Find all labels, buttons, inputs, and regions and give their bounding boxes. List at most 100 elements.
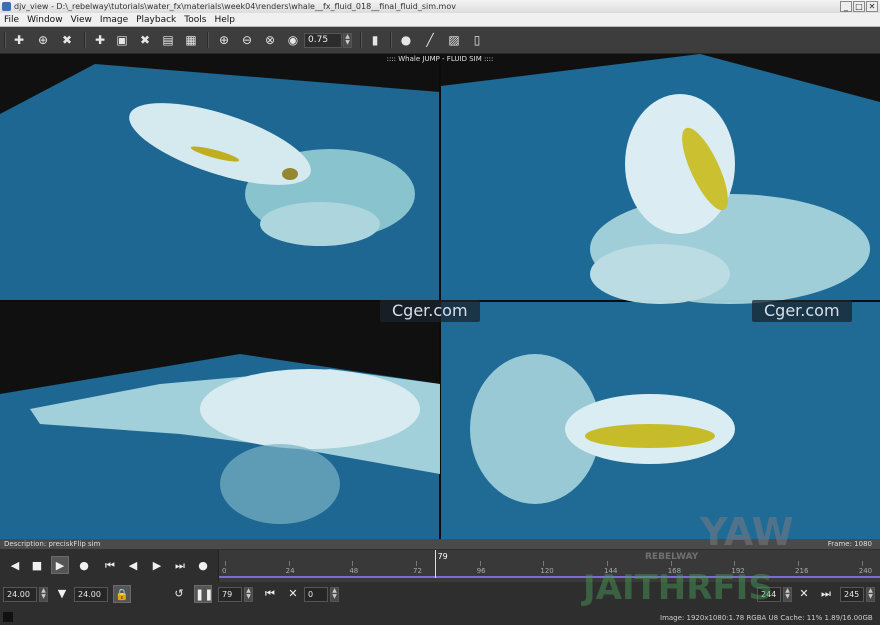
timeline-tick-mark (479, 561, 481, 566)
watermark-left: Cger.com (380, 300, 480, 322)
brand-logo-text: YAW (700, 510, 794, 554)
play-reverse-icon[interactable]: ◀ (6, 557, 24, 575)
go-end-icon[interactable]: ⏭ (171, 557, 189, 575)
speed-field[interactable]: 24.00 (3, 587, 37, 602)
zoom-input[interactable]: 0.75 (304, 33, 342, 48)
image-viewer[interactable]: :::: Whale JUMP - FLUID SIM :::: Cger.co… (0, 54, 880, 539)
out-spinner[interactable]: ▲ ▼ (783, 587, 792, 602)
timeline-tick-mark (352, 561, 354, 566)
menu-tools[interactable]: Tools (180, 13, 210, 26)
loop-icon[interactable]: ● (194, 557, 212, 575)
window-fit-icon[interactable]: ▤ (160, 32, 176, 48)
minimize-button[interactable]: _ (840, 1, 852, 12)
resize-corner (3, 612, 13, 622)
timeline-tick-label: 216 (795, 567, 809, 575)
file-open-icon[interactable]: ✚ (11, 32, 27, 48)
close-button[interactable]: ✕ (866, 1, 878, 12)
fps-field[interactable]: 24.00 (74, 587, 108, 602)
file-reload-icon[interactable]: ⊕ (35, 32, 51, 48)
set-in-icon[interactable]: ⏮ (261, 585, 279, 603)
window-close-icon[interactable]: ✖ (137, 32, 153, 48)
timeline-tick-label: 24 (285, 567, 295, 575)
timeline-tick-label: 96 (476, 567, 486, 575)
toolbar-separator (207, 32, 209, 48)
title-bar: djv_view - D:\_rebelway\tutorials\water_… (0, 0, 880, 13)
watermark-right: Cger.com (752, 300, 852, 322)
window-title: djv_view - D:\_rebelway\tutorials\water_… (14, 2, 456, 11)
menu-playback[interactable]: Playback (132, 13, 180, 26)
timeline-tick-label: 120 (540, 567, 554, 575)
in-field[interactable]: 0 (304, 587, 328, 602)
menu-bar: File Window View Image Playback Tools He… (0, 13, 880, 27)
step-forward-icon[interactable]: ▶ (148, 557, 166, 575)
render-image (0, 54, 880, 539)
frame-field[interactable]: 79 (218, 587, 242, 602)
brand-rebelway: REBELWAY (645, 552, 699, 562)
app-icon (2, 2, 11, 11)
playback-mode-icon[interactable]: ● (75, 557, 93, 575)
timeline-tick-mark (543, 561, 545, 566)
menu-window[interactable]: Window (23, 13, 67, 26)
timeline[interactable]: 0 24 48 72 96 120 144 168 192 216 240 79 (218, 550, 880, 582)
in-spinner[interactable]: ▲ ▼ (330, 587, 339, 602)
step-back-icon[interactable]: ◀ (124, 557, 142, 575)
toolbar-separator (390, 32, 392, 48)
play-forward-icon[interactable]: ▶ (51, 556, 69, 574)
window-controls: _ □ ✕ (840, 1, 878, 12)
status-bar: Image: 1920x1080:1.78 RGBA U8 Cache: 11%… (660, 614, 873, 622)
zoom-in-icon[interactable]: ⊕ (216, 32, 232, 48)
in-out-icon[interactable]: ↺ (170, 585, 188, 603)
end-spinner[interactable]: ▲ ▼ (866, 587, 875, 602)
color-picker-icon[interactable]: ╱ (422, 32, 438, 48)
brand-logo-text-2: JAITHRFIS (583, 568, 773, 608)
toolbar-separator (360, 32, 362, 48)
info-icon[interactable]: ▯ (469, 32, 485, 48)
toolbar-separator (4, 32, 6, 48)
go-start-icon[interactable]: ⏮ (101, 557, 119, 575)
magnify-icon[interactable]: ● (398, 32, 414, 48)
zoom-out-icon[interactable]: ⊖ (239, 32, 255, 48)
timeline-tick-mark (225, 561, 226, 566)
window-copy-icon[interactable]: ▣ (114, 32, 130, 48)
timeline-tick-mark (416, 561, 418, 566)
timeline-tick-label: 48 (349, 567, 359, 575)
timeline-tick-mark (607, 561, 609, 566)
zoom-reset-icon[interactable]: ⊗ (262, 32, 278, 48)
menu-view[interactable]: View (67, 13, 96, 26)
maximize-button[interactable]: □ (853, 1, 865, 12)
menu-image[interactable]: Image (96, 13, 132, 26)
menu-help[interactable]: Help (210, 13, 239, 26)
reset-in-icon[interactable]: ✕ (284, 585, 302, 603)
timeline-tick-label: 72 (413, 567, 422, 575)
description-label: Description: preciskFlip sim (4, 540, 101, 548)
viewer-title: :::: Whale JUMP - FLUID SIM :::: (386, 55, 494, 63)
reset-out-icon[interactable]: ✕ (795, 585, 813, 603)
timeline-tick-mark (734, 561, 736, 566)
timeline-tick-mark (861, 561, 863, 566)
speed-spinner[interactable]: ▲ ▼ (39, 587, 48, 602)
timeline-tick-label: 240 (858, 567, 873, 575)
file-close-icon[interactable]: ✖ (59, 32, 75, 48)
timeline-playhead[interactable] (434, 550, 436, 578)
timeline-range-bar (219, 576, 880, 578)
current-frame-label: 79 (437, 552, 448, 561)
zoom-spinner[interactable]: ▲ ▼ (343, 33, 352, 48)
pause-icon[interactable]: ❚❚ (194, 585, 213, 603)
timeline-tick-label: 0 (222, 567, 227, 575)
toolbar-separator (84, 32, 86, 48)
stop-icon[interactable]: ■ (28, 557, 46, 575)
timeline-tick-mark (288, 561, 290, 566)
end-field[interactable]: 245 (840, 587, 864, 602)
lock-icon[interactable]: 🔒 (113, 585, 131, 603)
frame-spinner[interactable]: ▲ ▼ (244, 587, 253, 602)
window-new-icon[interactable]: ✚ (92, 32, 108, 48)
toolbar: ✚ ⊕ ✖ ✚ ▣ ✖ ▤ ▦ ⊕ ⊖ ⊗ ◉ 0.75 ▲ ▼ ▮ ● ╱ ▨ … (0, 27, 880, 54)
fit-view-icon[interactable]: ◉ (285, 32, 301, 48)
frame-label: Frame: 1080 (827, 540, 872, 548)
set-out-icon[interactable]: ⏭ (817, 585, 835, 603)
menu-file[interactable]: File (0, 13, 23, 26)
histogram-icon[interactable]: ▨ (446, 32, 462, 48)
channel-icon[interactable]: ▮ (367, 32, 383, 48)
speed-dropdown-icon[interactable]: ▼ (53, 585, 71, 603)
window-fullscreen-icon[interactable]: ▦ (183, 32, 199, 48)
